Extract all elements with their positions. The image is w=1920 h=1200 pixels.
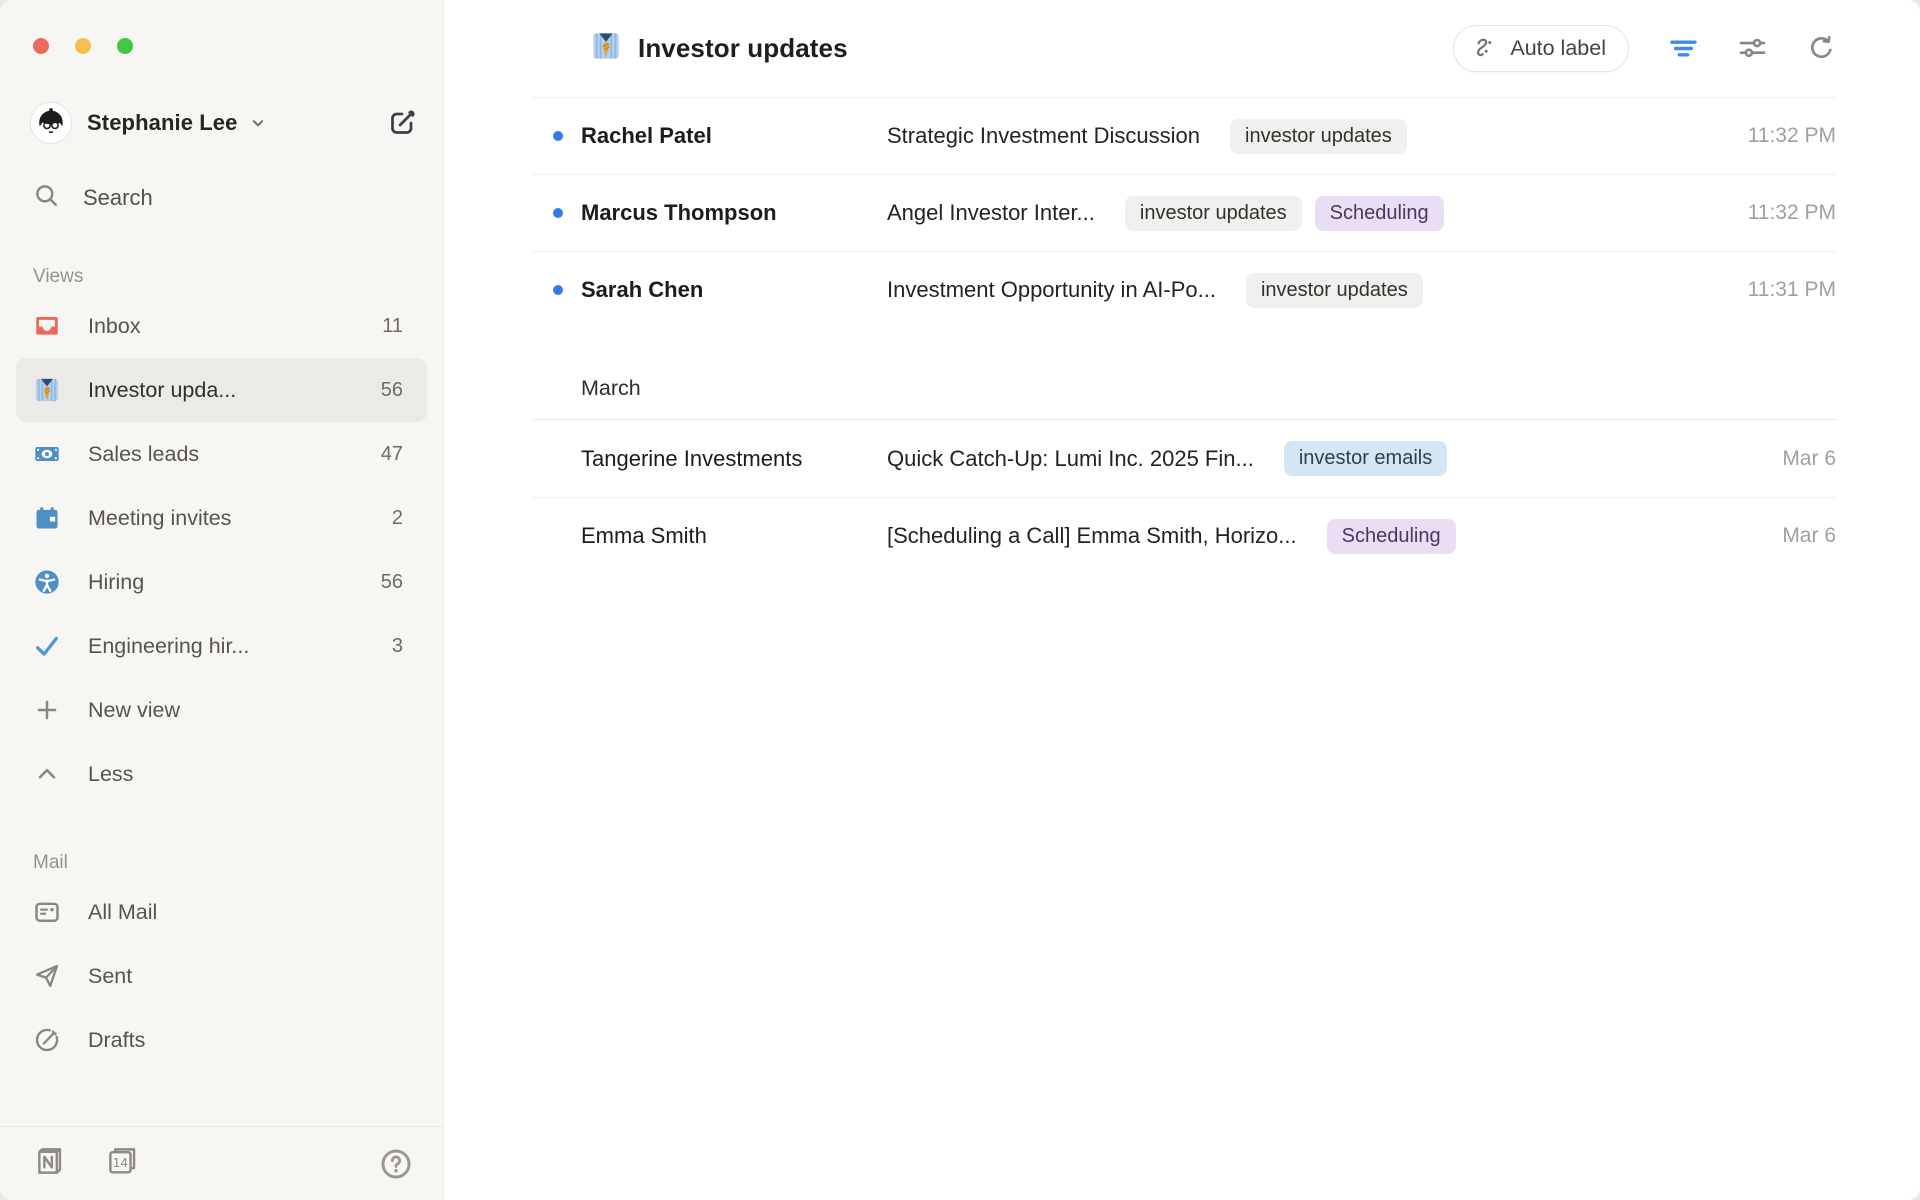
main-content: Investor updates Auto label [444,0,1920,1200]
necktie-emoji-icon [590,30,622,67]
chevron-down-icon[interactable] [247,112,269,134]
email-subject: Angel Investor Inter... [887,200,1095,226]
email-row-marcus-thompson[interactable]: Marcus Thompson Angel Investor Inter... … [533,174,1836,251]
email-subject: [Scheduling a Call] Emma Smith, Horizo..… [887,523,1297,549]
email-time: Mar 6 [1782,447,1836,471]
views-section-label: Views [33,266,443,288]
email-sender: Tangerine Investments [581,446,887,472]
email-sender: Sarah Chen [581,277,887,303]
email-sender: Marcus Thompson [581,200,887,226]
paper-plane-icon [33,962,61,990]
email-subject: Strategic Investment Discussion [887,123,1200,149]
app-window: Stephanie Lee Search Views [0,0,1920,1200]
unread-count: 11 [382,315,403,338]
plus-icon [33,696,61,724]
display-settings-icon[interactable] [1738,34,1767,63]
email-time: 11:32 PM [1748,124,1836,148]
sidebar: Stephanie Lee Search Views [0,0,444,1200]
unread-dot [553,285,563,295]
email-time: Mar 6 [1782,524,1836,548]
help-icon[interactable] [379,1147,413,1181]
search-button[interactable]: Search [33,182,417,214]
account-switcher[interactable]: Stephanie Lee [30,102,417,144]
unread-dot [553,208,563,218]
necktie-icon [33,376,61,404]
unread-dot [553,131,563,141]
unread-count: 3 [392,635,403,658]
svg-text:14: 14 [113,1156,128,1170]
zoom-window-button[interactable] [117,38,133,54]
mail-section-label: Mail [33,852,443,874]
unread-count: 56 [381,571,403,594]
email-sender: Rachel Patel [581,123,887,149]
sidebar-item-engineering-hiring[interactable]: Engineering hir... 3 [16,614,427,678]
sidebar-item-sales-leads[interactable]: Sales leads 47 [16,422,427,486]
unread-count: 47 [381,443,403,466]
unread-count: 56 [381,379,403,402]
user-name: Stephanie Lee [87,110,237,136]
unread-dot [553,531,563,541]
page-title: Investor updates [638,33,848,64]
mail-card-icon [33,898,61,926]
sidebar-item-all-mail[interactable]: All Mail [16,880,427,944]
less-button[interactable]: Less [16,742,427,806]
sidebar-item-investor-updates[interactable]: Investor upda... 56 [16,358,427,422]
email-row-emma-smith[interactable]: Emma Smith [Scheduling a Call] Emma Smit… [533,497,1836,574]
email-row-sarah-chen[interactable]: Sarah Chen Investment Opportunity in AI-… [533,251,1836,328]
email-row-tangerine-investments[interactable]: Tangerine Investments Quick Catch-Up: Lu… [533,420,1836,497]
email-time: 11:32 PM [1748,201,1836,225]
email-list: Rachel Patel Strategic Investment Discus… [533,97,1836,574]
email-subject: Quick Catch-Up: Lumi Inc. 2025 Fin... [887,446,1254,472]
auto-label-sparkle-icon [1472,34,1499,64]
calendar-icon [33,504,61,532]
notion-app-icon[interactable] [33,1144,67,1183]
sidebar-item-hiring[interactable]: Hiring 56 [16,550,427,614]
label-chip[interactable]: Scheduling [1315,196,1444,231]
views-nav: Inbox 11 Investor upda... 56 [0,294,443,806]
sidebar-item-drafts[interactable]: Drafts [16,1008,427,1072]
banknote-icon [33,440,61,468]
auto-label-button[interactable]: Auto label [1453,25,1629,72]
compose-icon[interactable] [387,108,417,138]
new-view-button[interactable]: New view [16,678,427,742]
email-sender: Emma Smith [581,523,887,549]
filter-icon[interactable] [1669,34,1698,63]
email-subject: Investment Opportunity in AI-Po... [887,277,1216,303]
avatar [30,102,72,144]
close-window-button[interactable] [33,38,49,54]
checkmark-icon [33,632,61,660]
email-time: 11:31 PM [1748,278,1836,302]
mail-nav: All Mail Sent [0,880,443,1072]
label-chip[interactable]: Scheduling [1327,519,1456,554]
notion-calendar-app-icon[interactable]: 14 [105,1144,139,1183]
label-chip[interactable]: investor updates [1246,273,1423,308]
unread-count: 2 [392,507,403,530]
inbox-tray-icon [33,312,61,340]
window-controls [0,0,443,54]
draft-pencil-icon [33,1026,61,1054]
unread-dot [553,454,563,464]
date-group-header: March [533,358,1836,420]
label-chip[interactable]: investor updates [1230,119,1407,154]
chevron-up-icon [33,760,61,788]
label-chip[interactable]: investor updates [1125,196,1302,231]
search-label: Search [83,185,153,211]
sidebar-item-meeting-invites[interactable]: Meeting invites 2 [16,486,427,550]
sidebar-footer: 14 [0,1126,443,1200]
search-icon [33,182,60,214]
minimize-window-button[interactable] [75,38,91,54]
email-row-rachel-patel[interactable]: Rachel Patel Strategic Investment Discus… [533,97,1836,174]
label-chip[interactable]: investor emails [1284,441,1447,476]
refresh-icon[interactable] [1807,34,1836,63]
date-group-label: March [581,376,641,401]
sidebar-item-inbox[interactable]: Inbox 11 [16,294,427,358]
sidebar-item-sent[interactable]: Sent [16,944,427,1008]
view-header: Investor updates Auto label [444,0,1920,97]
accessibility-icon [33,568,61,596]
